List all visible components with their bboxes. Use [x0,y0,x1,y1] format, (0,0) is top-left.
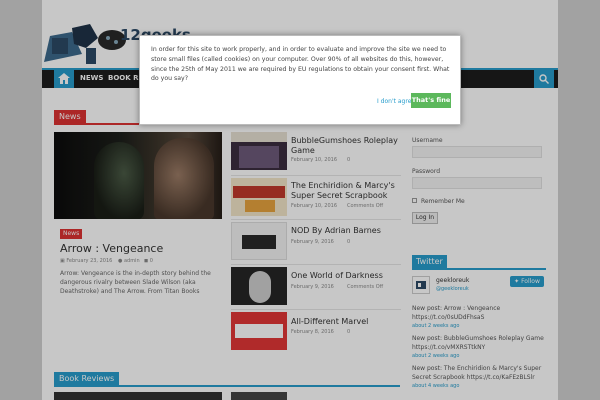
cookie-decline-link[interactable]: I don't agree [377,98,415,105]
cookie-accept-button[interactable]: That's fine [411,93,451,108]
cookie-consent-dialog: In order for this site to work properly,… [139,35,461,125]
cookie-consent-text: In order for this site to work properly,… [151,46,450,83]
